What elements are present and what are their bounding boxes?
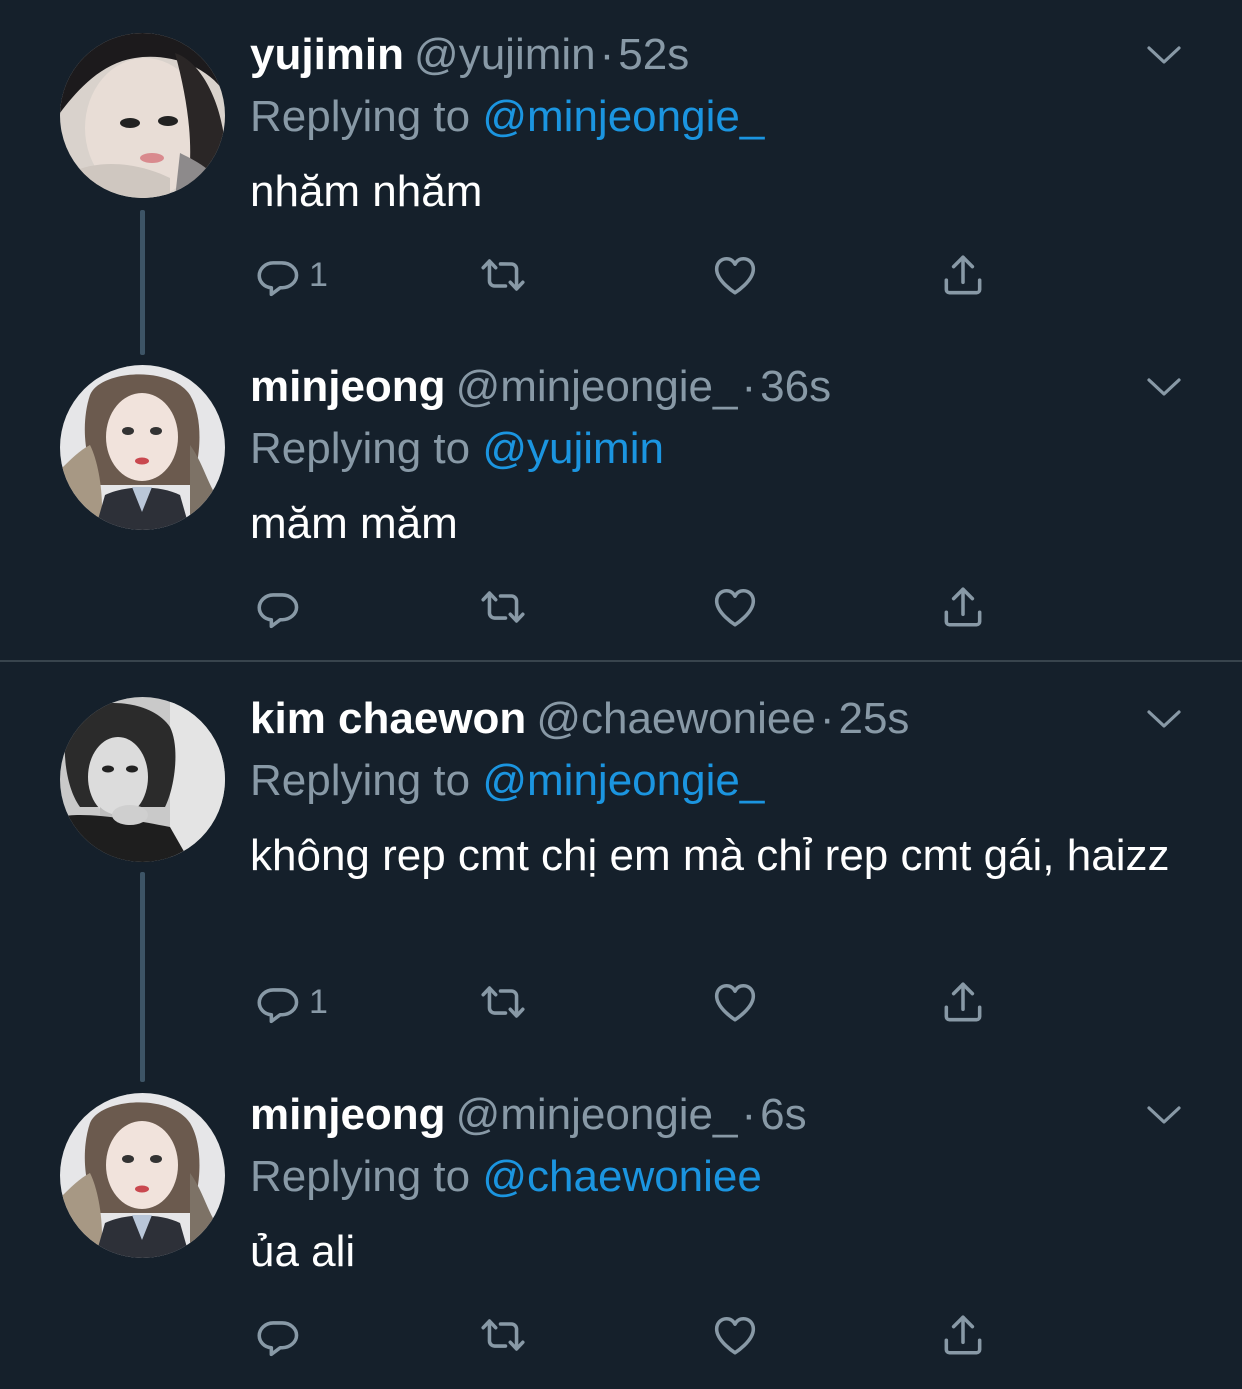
reply-button[interactable] bbox=[253, 579, 309, 635]
replying-label: Replying to bbox=[250, 1152, 483, 1201]
tweet-header: minjeong @minjeongie_·36s bbox=[250, 357, 831, 417]
mention-link[interactable]: @chaewoniee bbox=[482, 1152, 762, 1201]
tweet-header: minjeong @minjeongie_·6s bbox=[250, 1085, 807, 1145]
avatar[interactable] bbox=[60, 33, 225, 198]
timestamp[interactable]: 52s bbox=[618, 30, 689, 79]
thread-line bbox=[140, 210, 145, 355]
retweet-button[interactable] bbox=[478, 247, 528, 303]
retweet-button[interactable] bbox=[478, 974, 528, 1030]
share-button[interactable] bbox=[938, 579, 988, 635]
thread-line bbox=[140, 872, 145, 1082]
replying-to: Replying to @chaewoniee bbox=[250, 1147, 762, 1207]
reply-icon bbox=[253, 1310, 303, 1360]
like-button[interactable] bbox=[710, 247, 760, 303]
separator-dot: · bbox=[819, 694, 835, 743]
reply-count: 1 bbox=[309, 982, 328, 1021]
heart-icon bbox=[710, 977, 760, 1027]
tweet-text: măm măm bbox=[250, 499, 458, 548]
share-icon bbox=[938, 1310, 988, 1360]
avatar[interactable] bbox=[60, 697, 225, 862]
share-button[interactable] bbox=[938, 247, 988, 303]
reply-count: 1 bbox=[309, 255, 328, 294]
user-handle[interactable]: @yujimin bbox=[414, 30, 596, 79]
timestamp[interactable]: 36s bbox=[760, 362, 831, 411]
separator-dot: · bbox=[741, 362, 757, 411]
retweet-icon bbox=[478, 582, 528, 632]
reply-button[interactable] bbox=[253, 1307, 309, 1363]
tweet-text: không rep cmt chị em mà chỉ rep cmt gái,… bbox=[250, 831, 1170, 880]
replying-label: Replying to bbox=[250, 756, 483, 805]
chevron-down-icon[interactable] bbox=[1145, 375, 1183, 399]
mention-link[interactable]: @yujimin bbox=[482, 424, 664, 473]
chevron-down-icon[interactable] bbox=[1145, 43, 1183, 67]
share-icon bbox=[938, 977, 988, 1027]
avatar[interactable] bbox=[60, 1093, 225, 1258]
reply-icon bbox=[253, 582, 303, 632]
like-button[interactable] bbox=[710, 579, 760, 635]
reply-icon bbox=[253, 250, 303, 300]
chevron-down-icon[interactable] bbox=[1145, 707, 1183, 731]
action-bar bbox=[250, 579, 1010, 635]
heart-icon bbox=[710, 250, 760, 300]
user-handle[interactable]: @chaewoniee bbox=[536, 694, 816, 743]
replying-label: Replying to bbox=[250, 424, 483, 473]
share-button[interactable] bbox=[938, 1307, 988, 1363]
user-handle[interactable]: @minjeongie_ bbox=[456, 362, 738, 411]
reply-button[interactable]: 1 bbox=[253, 974, 328, 1030]
action-bar bbox=[250, 1307, 1010, 1363]
display-name[interactable]: kim chaewon bbox=[250, 694, 526, 743]
user-handle[interactable]: @minjeongie_ bbox=[456, 1090, 738, 1139]
tweet-header: yujimin @yujimin·52s bbox=[250, 25, 689, 85]
share-button[interactable] bbox=[938, 974, 988, 1030]
action-bar: 1 bbox=[250, 974, 1010, 1030]
mention-link[interactable]: @minjeongie_ bbox=[482, 92, 764, 141]
like-button[interactable] bbox=[710, 1307, 760, 1363]
retweet-button[interactable] bbox=[478, 1307, 528, 1363]
retweet-icon bbox=[478, 1310, 528, 1360]
mention-link[interactable]: @minjeongie_ bbox=[482, 756, 764, 805]
tweet-header: kim chaewon @chaewoniee·25s bbox=[250, 689, 909, 749]
display-name[interactable]: yujimin bbox=[250, 30, 404, 79]
display-name[interactable]: minjeong bbox=[250, 1090, 446, 1139]
replying-label: Replying to bbox=[250, 92, 483, 141]
avatar[interactable] bbox=[60, 365, 225, 530]
retweet-icon bbox=[478, 250, 528, 300]
thread-separator bbox=[0, 660, 1242, 662]
action-bar: 1 bbox=[250, 247, 1010, 303]
tweet-text: ủa ali bbox=[250, 1227, 356, 1276]
display-name[interactable]: minjeong bbox=[250, 362, 446, 411]
replying-to: Replying to @yujimin bbox=[250, 419, 664, 479]
like-button[interactable] bbox=[710, 974, 760, 1030]
reply-icon bbox=[253, 977, 303, 1027]
separator-dot: · bbox=[599, 30, 615, 79]
replying-to: Replying to @minjeongie_ bbox=[250, 87, 764, 147]
timestamp[interactable]: 6s bbox=[760, 1090, 806, 1139]
tweet-text: nhăm nhăm bbox=[250, 167, 483, 216]
separator-dot: · bbox=[741, 1090, 757, 1139]
reply-button[interactable]: 1 bbox=[253, 247, 328, 303]
heart-icon bbox=[710, 582, 760, 632]
chevron-down-icon[interactable] bbox=[1145, 1103, 1183, 1127]
share-icon bbox=[938, 582, 988, 632]
retweet-button[interactable] bbox=[478, 579, 528, 635]
share-icon bbox=[938, 250, 988, 300]
retweet-icon bbox=[478, 977, 528, 1027]
heart-icon bbox=[710, 1310, 760, 1360]
timestamp[interactable]: 25s bbox=[838, 694, 909, 743]
replying-to: Replying to @minjeongie_ bbox=[250, 751, 764, 811]
